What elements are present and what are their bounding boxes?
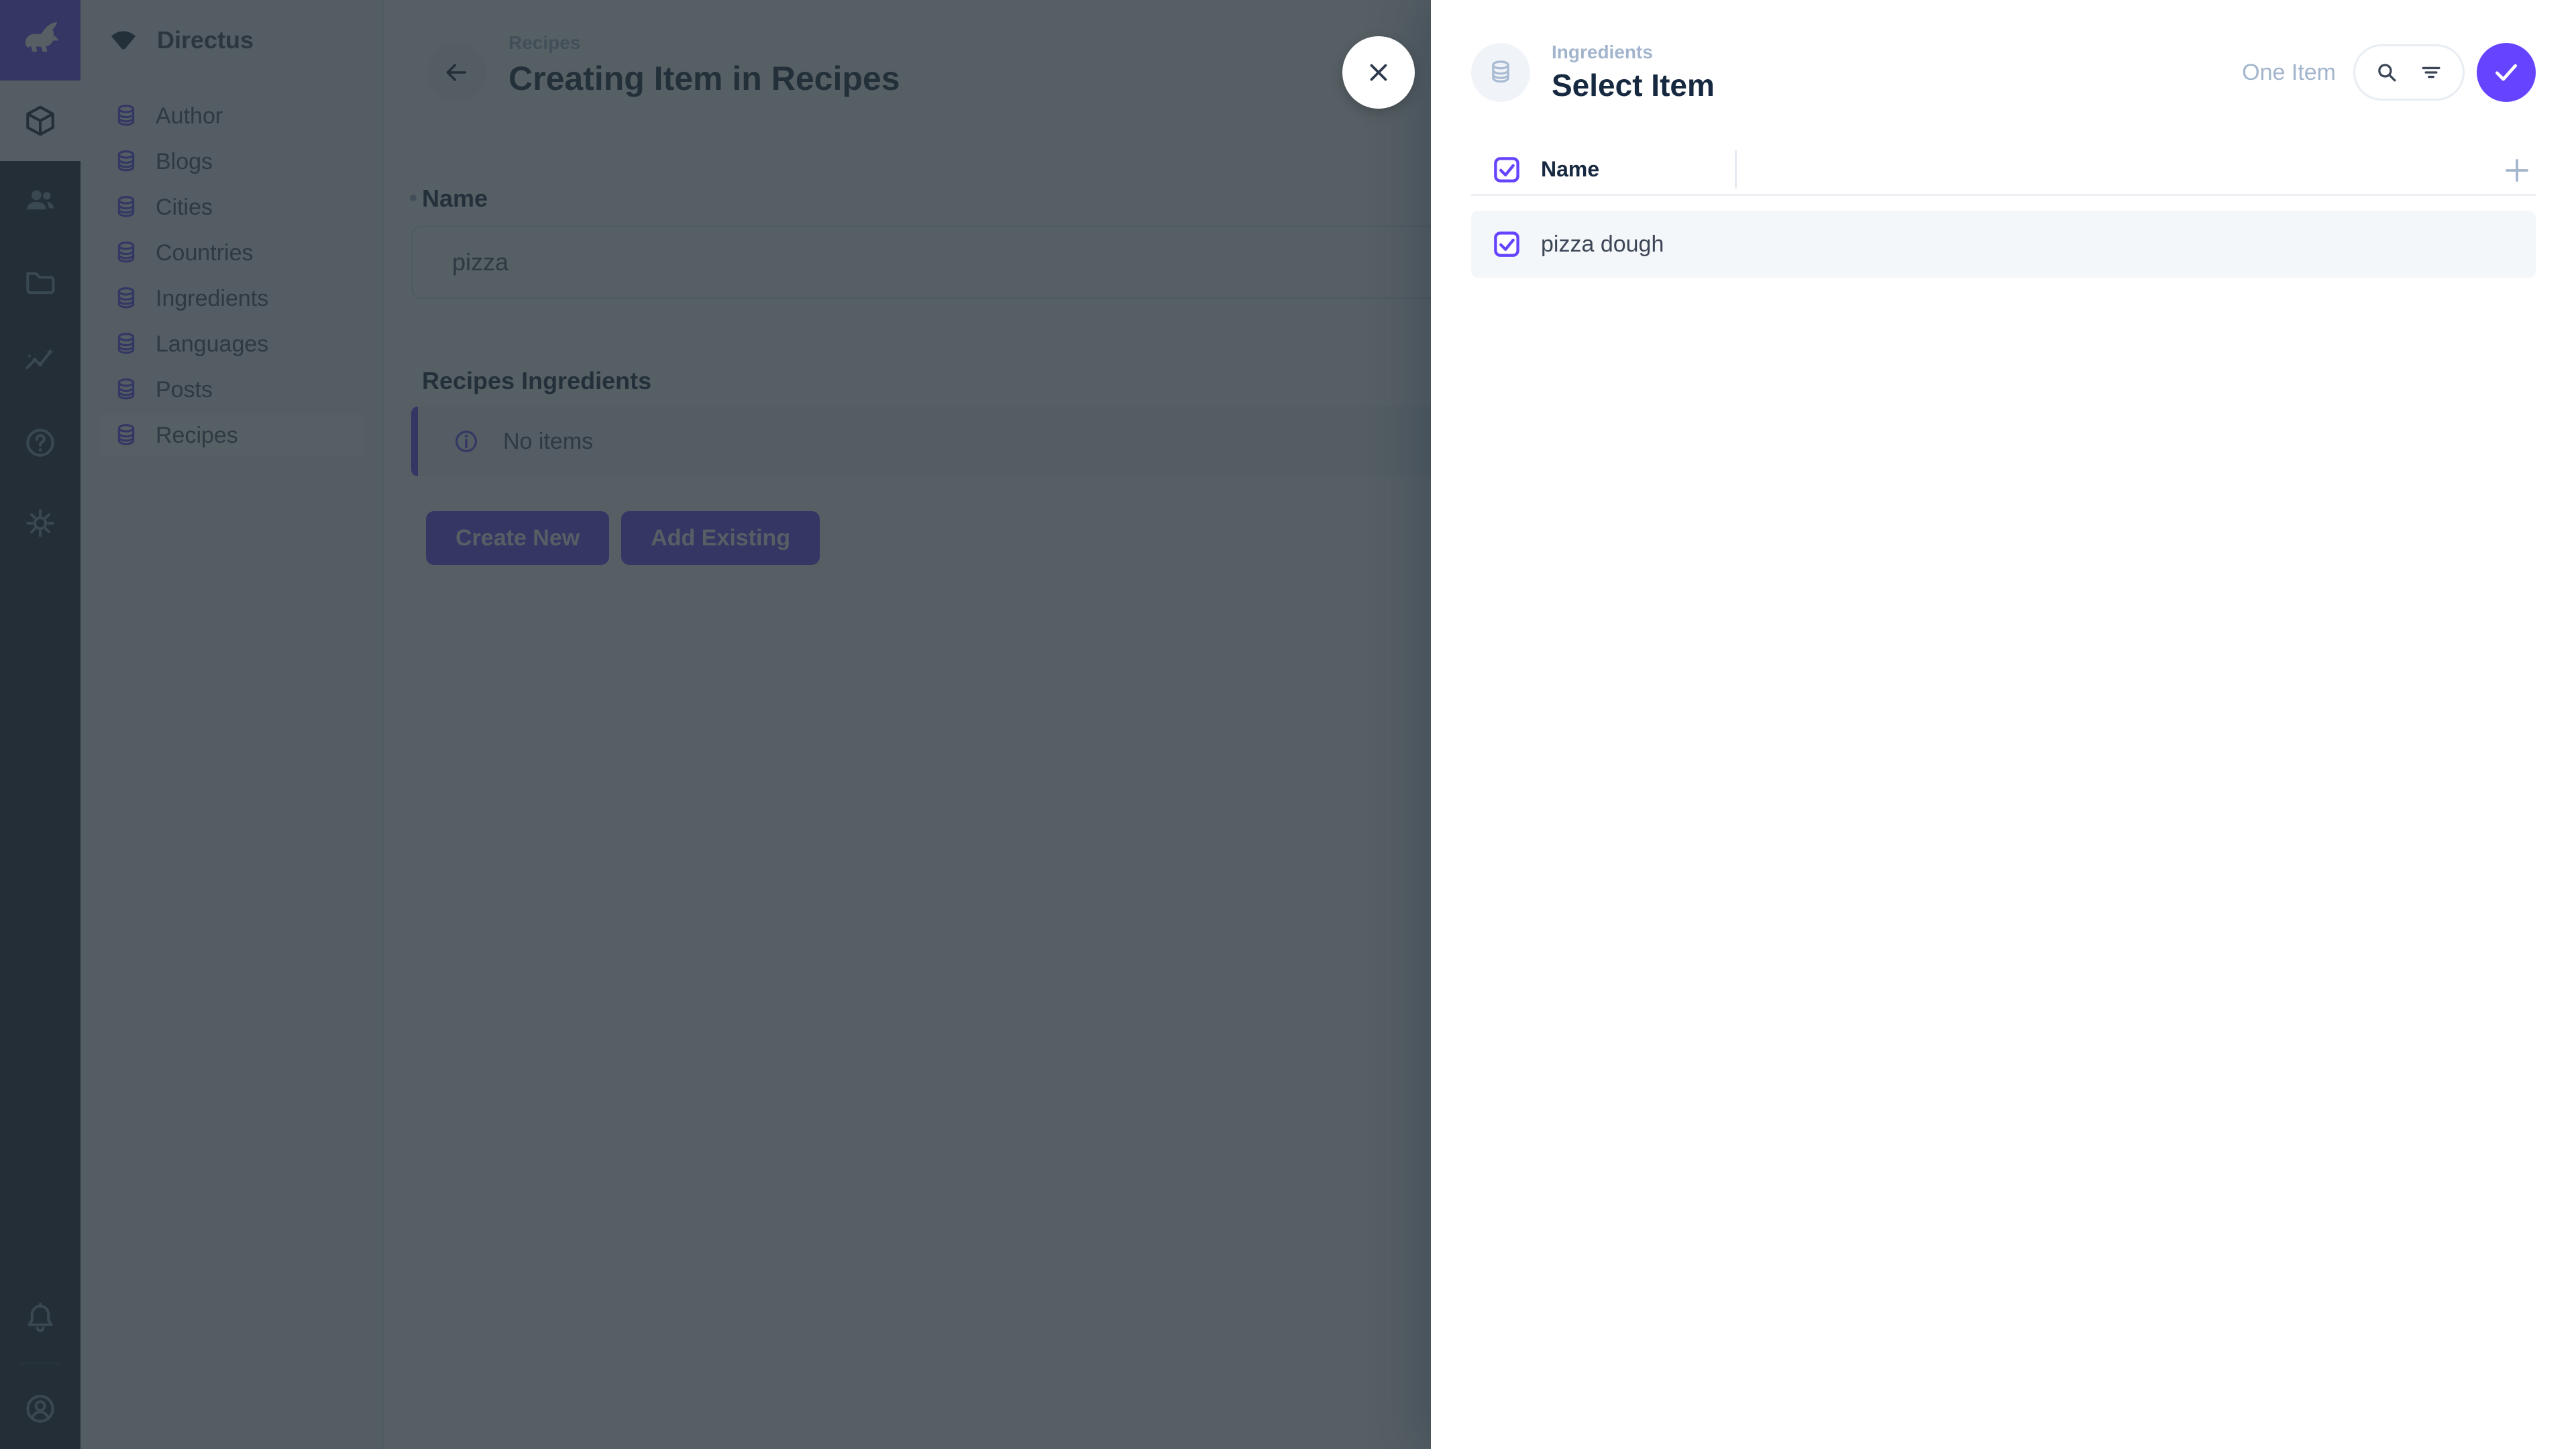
checkbox-checked-icon (1493, 230, 1521, 258)
drawer-header: Ingredients Select Item One Item (1431, 0, 2576, 145)
drawer-titles: Ingredients Select Item (1552, 42, 1715, 103)
item-count: One Item (2242, 60, 2336, 86)
filter-icon (2417, 58, 2445, 87)
drawer-collection-name: Ingredients (1552, 42, 1715, 63)
select-all-checkbox[interactable] (1493, 156, 1521, 184)
close-drawer-button[interactable] (1342, 36, 1415, 109)
items-table: Name pizza dough (1471, 145, 2536, 278)
search-icon (2373, 58, 2401, 87)
close-icon (1362, 56, 1395, 89)
confirm-selection-button[interactable] (2477, 43, 2536, 102)
table-row[interactable]: pizza dough (1471, 211, 2536, 278)
column-header-name[interactable]: Name (1541, 157, 1599, 182)
select-item-drawer: Ingredients Select Item One Item (1431, 0, 2576, 1449)
search-button[interactable] (2373, 58, 2401, 87)
plus-icon (2501, 154, 2533, 186)
row-checkbox[interactable] (1493, 230, 1521, 258)
column-divider[interactable] (1735, 150, 1737, 189)
collection-badge (1471, 43, 1530, 102)
checkbox-checked-icon (1493, 156, 1521, 184)
table-header: Name (1471, 145, 2536, 196)
add-column-button[interactable] (2501, 154, 2533, 186)
check-icon (2491, 57, 2522, 88)
search-filter-pill (2353, 44, 2465, 101)
row-name-cell: pizza dough (1541, 231, 1664, 258)
app-screen: Directus Author Blogs Cities Countries I… (0, 0, 2576, 1449)
filter-button[interactable] (2417, 58, 2445, 87)
drawer-title: Select Item (1552, 67, 1715, 103)
database-cylinder-icon (1487, 58, 1515, 87)
